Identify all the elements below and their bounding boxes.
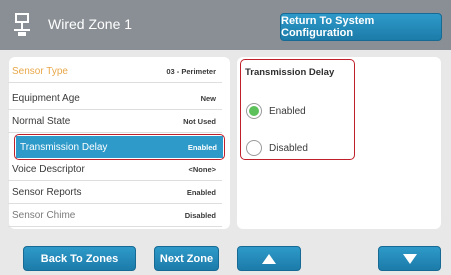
return-to-system-configuration-button[interactable]: Return To System Configuration — [280, 13, 442, 41]
list-item-sensor-type[interactable]: Sensor Type 03 - Perimeter — [8, 61, 222, 83]
list-item-value: Not Used — [183, 117, 216, 126]
arrow-down-icon — [402, 253, 417, 264]
list-item-value: New — [200, 94, 216, 103]
list-item-value: Enabled — [186, 188, 216, 197]
list-item-voice-descriptor[interactable]: Voice Descriptor <None> — [8, 159, 222, 181]
list-item-label: Sensor Reports — [12, 187, 82, 198]
next-zone-button[interactable]: Next Zone — [154, 246, 219, 271]
arrow-up-icon — [262, 253, 276, 264]
list-item-equipment-age[interactable]: Equipment Age New — [8, 88, 222, 110]
list-item-sensor-reports[interactable]: Sensor Reports Enabled — [8, 182, 222, 204]
list-item-label: Normal State — [12, 116, 71, 127]
header-bar: Wired Zone 1 Return To System Configurat… — [0, 0, 451, 50]
list-item-value: Disabled — [184, 211, 216, 220]
zone-sensor-icon — [14, 13, 30, 36]
list-item-sensor-chime[interactable]: Sensor Chime Disabled — [8, 205, 222, 227]
options-highlight — [240, 59, 355, 160]
list-item-label: Voice Descriptor — [12, 164, 85, 175]
list-item-label: Sensor Chime — [12, 210, 76, 221]
scroll-down-button[interactable] — [378, 246, 441, 271]
list-item-normal-state[interactable]: Normal State Not Used — [8, 111, 222, 133]
scroll-up-button[interactable] — [237, 246, 301, 271]
list-item-value: <None> — [188, 165, 216, 174]
selected-row-highlight — [14, 134, 225, 160]
list-item-value: 03 - Perimeter — [166, 67, 216, 76]
page-title: Wired Zone 1 — [48, 16, 133, 32]
back-to-zones-button[interactable]: Back To Zones — [23, 246, 136, 271]
list-item-label: Equipment Age — [12, 93, 80, 104]
list-item-label: Sensor Type — [12, 66, 68, 77]
